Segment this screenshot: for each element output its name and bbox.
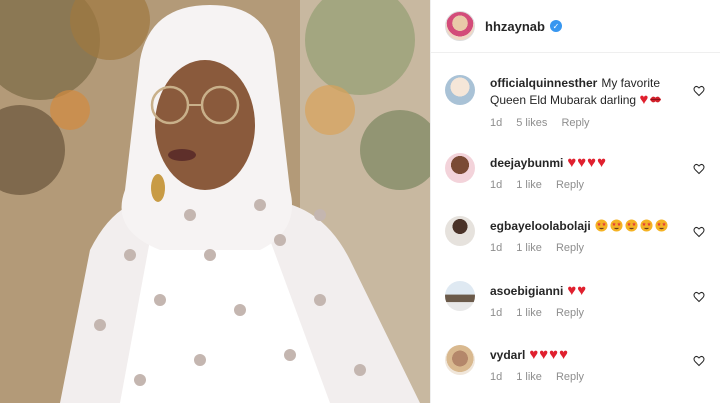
comment-username[interactable]: officialquinnesther	[490, 76, 597, 90]
red-heart-icon: ♥	[549, 346, 560, 363]
comment-meta: 1d 1 like Reply	[490, 371, 584, 383]
red-heart-icon: ♥	[539, 346, 550, 363]
reply-button[interactable]: Reply	[556, 371, 584, 383]
reply-button[interactable]: Reply	[556, 179, 584, 191]
comment-body: officialquinnesther My favorite Queen Eld…	[490, 75, 685, 109]
red-heart-icon: ♥	[597, 154, 607, 171]
comment-likes[interactable]: 1 like	[516, 371, 542, 383]
comment-time: 1d	[490, 242, 503, 254]
comment-time: 1d	[490, 179, 503, 191]
comment-meta: 1d 1 like Reply	[490, 307, 584, 319]
commenter-avatar[interactable]	[445, 216, 475, 246]
post-photo-illustration	[0, 0, 430, 403]
star-struck-icon	[655, 219, 668, 232]
heart-outline-icon[interactable]	[693, 85, 705, 97]
red-heart-icon: ♥	[577, 282, 588, 299]
comment-username[interactable]: vydarl	[490, 348, 525, 362]
heart-outline-icon[interactable]	[693, 291, 705, 303]
red-heart-icon: ♥	[639, 91, 650, 108]
comment-meta: 1d 1 like Reply	[490, 179, 584, 191]
red-heart-icon: ♥	[529, 346, 540, 363]
heart-outline-icon[interactable]	[693, 226, 705, 238]
heart-outline-icon[interactable]	[693, 355, 705, 367]
reply-button[interactable]: Reply	[556, 307, 584, 319]
comment-username[interactable]: egbayeloolabolaji	[490, 219, 591, 233]
comment-likes[interactable]: 1 like	[516, 242, 542, 254]
comment-time: 1d	[490, 307, 503, 319]
comment-time: 1d	[490, 117, 503, 129]
post-photo[interactable]	[0, 0, 430, 403]
comment-username[interactable]: deejaybunmi	[490, 156, 563, 170]
verified-badge-icon: ✓	[549, 20, 562, 32]
red-heart-icon: ♥	[577, 154, 588, 171]
red-heart-icon: ♥	[567, 154, 578, 171]
commenter-avatar[interactable]	[445, 153, 475, 183]
comment-likes[interactable]: 5 likes	[516, 117, 547, 129]
comment-meta: 1d 1 like Reply	[490, 242, 584, 254]
comment-body: asoebigianni ♥♥	[490, 283, 685, 300]
red-heart-icon: ♥	[567, 282, 578, 299]
comment-body: egbayeloolabolaji	[490, 218, 685, 235]
star-struck-icon	[610, 219, 623, 232]
author-avatar[interactable]	[445, 11, 475, 41]
red-heart-icon: ♥	[559, 346, 569, 363]
comment-body: vydarl ♥♥♥♥	[490, 347, 685, 364]
comment-likes[interactable]: 1 like	[516, 179, 542, 191]
heart-outline-icon[interactable]	[693, 163, 705, 175]
comment-time: 1d	[490, 371, 503, 383]
commenter-avatar[interactable]	[445, 281, 475, 311]
reply-button[interactable]: Reply	[561, 117, 589, 129]
commenter-avatar[interactable]	[445, 345, 475, 375]
commenter-avatar[interactable]	[445, 75, 475, 105]
star-struck-icon	[625, 219, 638, 232]
post-header: hhzaynab ✓	[431, 0, 720, 53]
red-heart-icon: ♥	[587, 154, 598, 171]
kiss-mark-icon	[650, 96, 662, 103]
star-struck-icon	[640, 219, 653, 232]
comment-meta: 1d 5 likes Reply	[490, 117, 590, 129]
comment-username[interactable]: asoebigianni	[490, 284, 563, 298]
reply-button[interactable]: Reply	[556, 242, 584, 254]
star-struck-icon	[595, 219, 608, 232]
comments-panel: hhzaynab ✓ officialquinnesther My favorit…	[430, 0, 720, 403]
comment-likes[interactable]: 1 like	[516, 307, 542, 319]
author-username[interactable]: hhzaynab	[485, 19, 545, 34]
comment-body: deejaybunmi ♥♥♥♥	[490, 155, 685, 172]
